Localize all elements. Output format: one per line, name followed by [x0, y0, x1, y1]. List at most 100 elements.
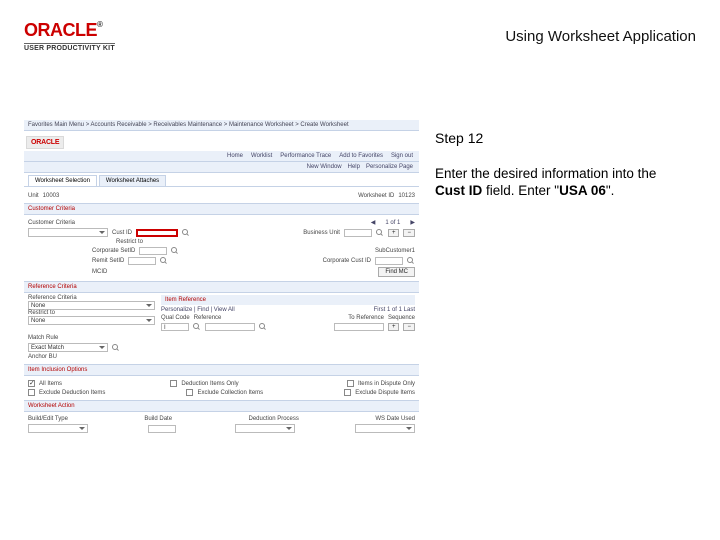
nav-worklist[interactable]: Worklist: [251, 153, 272, 159]
restrict-label: Restrict to: [116, 239, 143, 245]
add-row-button[interactable]: +: [388, 229, 400, 237]
oracle-logo: ORACLE® USER PRODUCTIVITY KIT: [24, 20, 115, 52]
deduction-only-label: Deduction Items Only: [181, 381, 238, 387]
ref-criteria-dropdown[interactable]: None: [28, 301, 155, 310]
all-items-checkbox[interactable]: [28, 380, 35, 387]
remove-row-button[interactable]: −: [403, 323, 415, 331]
breadcrumb[interactable]: Favorites Main Menu > Accounts Receivabl…: [28, 122, 349, 128]
search-icon[interactable]: [160, 257, 168, 265]
corp-cust-label: Corporate Cust ID: [323, 258, 371, 264]
ws-id-value: 10123: [398, 193, 415, 199]
page-actions: New Window Help Personalize Page: [24, 162, 419, 173]
cust-pager[interactable]: 1 of 1: [385, 220, 400, 226]
section-customer-criteria: Customer Criteria: [24, 203, 419, 215]
corp-setid-input[interactable]: [139, 247, 167, 255]
nav-add-fav[interactable]: Add to Favorites: [339, 153, 383, 159]
all-items-label: All Items: [39, 381, 62, 387]
instruction-pane: Step 12 Enter the desired information in…: [435, 130, 690, 200]
search-icon[interactable]: [171, 247, 179, 255]
qualcode-input[interactable]: I: [161, 323, 189, 331]
doc-title: Using Worksheet Application: [505, 28, 696, 45]
to-ref-label: To Reference: [348, 315, 384, 321]
step-text: Enter the desired information into the C…: [435, 166, 690, 200]
step-field-label: Cust ID: [435, 183, 482, 198]
corp-cust-input[interactable]: [375, 257, 403, 265]
dispute-only-checkbox[interactable]: [347, 380, 354, 387]
remit-setid-input[interactable]: [128, 257, 156, 265]
section-worksheet-action: Worksheet Action: [24, 400, 419, 412]
dispute-only-label: Items in Dispute Only: [358, 381, 415, 387]
remit-setid-label: Remit SetID: [92, 258, 124, 264]
ws-date-label: WS Date Used: [375, 416, 415, 422]
ws-id-label: Worksheet ID: [358, 193, 394, 199]
business-unit-label: Business Unit: [303, 230, 340, 236]
build-type-dropdown[interactable]: [28, 424, 88, 433]
corp-setid-label: Corporate SetID: [92, 248, 135, 254]
build-date-label: Build Date: [144, 416, 172, 422]
ref-criteria-label: Reference Criteria: [28, 295, 77, 301]
search-icon[interactable]: [376, 229, 384, 237]
nav-signout[interactable]: Sign out: [391, 153, 413, 159]
match-rule-label: Match Rule: [28, 335, 58, 341]
remove-row-button[interactable]: −: [403, 229, 415, 237]
build-date-input[interactable]: [148, 425, 176, 433]
search-icon[interactable]: [112, 344, 120, 352]
ref-restrict-dropdown[interactable]: None: [28, 316, 155, 325]
excl-dispute-checkbox[interactable]: [344, 389, 351, 396]
excl-dispute-label: Exclude Dispute Items: [355, 390, 415, 396]
section-reference-criteria: Reference Criteria: [24, 281, 419, 293]
build-type-label: Build/Edit Type: [28, 416, 68, 422]
tab-worksheet-attaches[interactable]: Worksheet Attaches: [99, 175, 166, 186]
page-tabs: Worksheet Selection Worksheet Attaches: [24, 173, 419, 186]
mcid-label: MCID: [92, 269, 107, 275]
action-new-window[interactable]: New Window: [307, 164, 342, 170]
seq-label: Sequence: [388, 315, 415, 321]
ws-date-dropdown[interactable]: [355, 424, 415, 433]
action-help[interactable]: Help: [348, 164, 360, 170]
search-icon[interactable]: [193, 323, 201, 331]
cust-id-input[interactable]: [136, 229, 178, 237]
excl-collection-label: Exclude Collection Items: [197, 390, 263, 396]
search-icon[interactable]: [182, 229, 190, 237]
unit-label: Unit: [28, 193, 39, 199]
deduction-process-label: Deduction Process: [249, 416, 299, 422]
step-pre: Enter the desired information into the: [435, 166, 656, 181]
deduction-process-dropdown[interactable]: [235, 424, 295, 433]
item-ref-pager-actions[interactable]: Personalize | Find | View All: [161, 307, 235, 313]
oracle-subtitle: USER PRODUCTIVITY KIT: [24, 43, 115, 52]
app-breadcrumb-bar: Favorites Main Menu > Accounts Receivabl…: [24, 120, 419, 131]
deduction-only-checkbox[interactable]: [170, 380, 177, 387]
search-icon[interactable]: [407, 257, 415, 265]
find-mc-button[interactable]: Find MC: [378, 267, 415, 277]
step-post: ".: [606, 183, 615, 198]
header-form: Unit 10003 Worksheet ID 10123: [24, 189, 419, 203]
section-item-reference: Item Reference: [161, 295, 415, 305]
item-ref-pager-count[interactable]: First 1 of 1 Last: [374, 307, 415, 313]
add-row-button[interactable]: +: [388, 323, 400, 331]
subcust1-label: SubCustomer1: [375, 248, 415, 254]
qualcode-label: Qual Code: [161, 315, 190, 321]
global-nav: Home Worklist Performance Trace Add to F…: [24, 151, 419, 162]
excl-collection-checkbox[interactable]: [186, 389, 193, 396]
match-rule-dropdown[interactable]: Exact Match: [28, 343, 108, 352]
tab-worksheet-selection[interactable]: Worksheet Selection: [28, 175, 97, 186]
oracle-app-logo: ORACLE: [26, 136, 64, 149]
section-item-inclusion: Item Inclusion Options: [24, 364, 419, 376]
search-icon[interactable]: [259, 323, 267, 331]
cust-criteria-label: Customer Criteria: [28, 220, 75, 226]
excl-deduction-label: Exclude Deduction Items: [39, 390, 105, 396]
step-mid: field. Enter ": [482, 183, 559, 198]
excl-deduction-checkbox[interactable]: [28, 389, 35, 396]
to-reference-input[interactable]: [334, 323, 384, 331]
business-unit-input[interactable]: [344, 229, 372, 237]
step-value: USA 06: [559, 183, 606, 198]
nav-perf-trace[interactable]: Performance Trace: [280, 153, 331, 159]
oracle-wordmark: ORACLE®: [24, 20, 115, 41]
nav-home[interactable]: Home: [227, 153, 243, 159]
app-screenshot: Favorites Main Menu > Accounts Receivabl…: [24, 120, 419, 437]
cust-criteria-dropdown[interactable]: [28, 228, 108, 237]
step-title: Step 12: [435, 130, 690, 146]
reference-input[interactable]: [205, 323, 255, 331]
action-personalize[interactable]: Personalize Page: [366, 164, 413, 170]
ref-restrict-label: Restrict to: [28, 310, 55, 316]
